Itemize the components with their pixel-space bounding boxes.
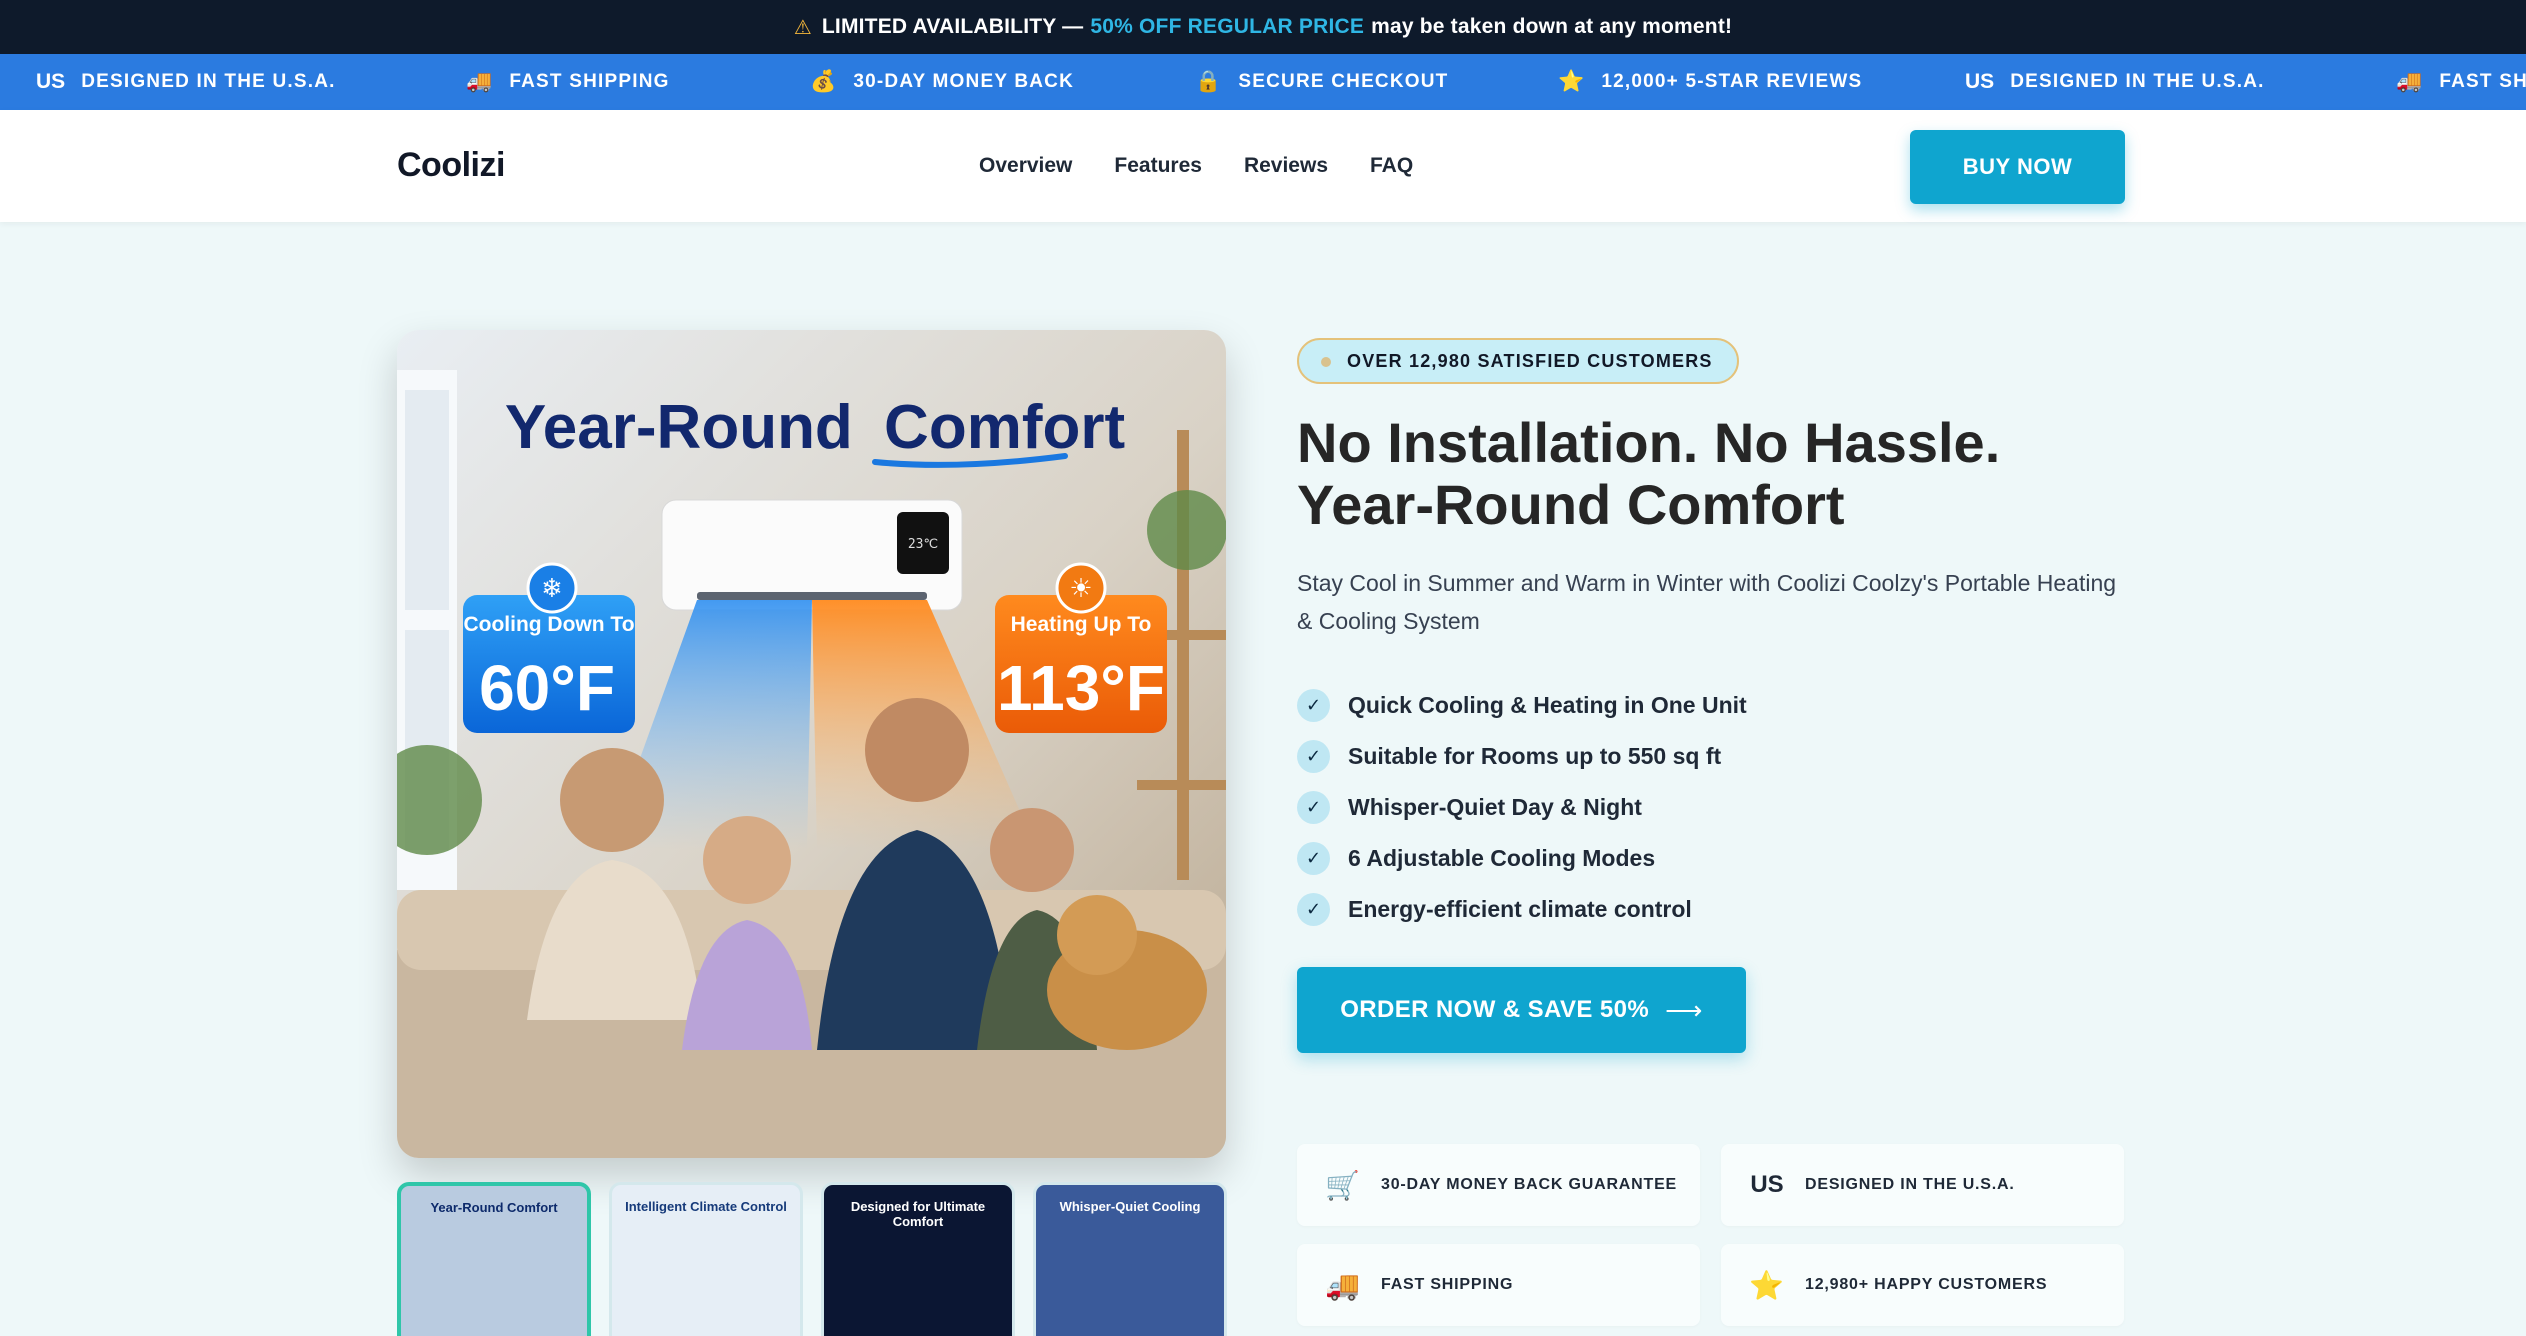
announcement-bar: ⚠ LIMITED AVAILABILITY — 50% OFF REGULAR… <box>0 0 2526 54</box>
feature-text: Suitable for Rooms up to 550 sq ft <box>1348 743 1722 769</box>
trust-card-shipping: 🚚 FAST SHIPPING <box>1297 1244 1700 1326</box>
trust-card-label: 30-DAY MONEY BACK GUARANTEE <box>1381 1176 1678 1193</box>
buy-now-button[interactable]: BUY NOW <box>1910 130 2125 204</box>
trust-card-guarantee: 🛒 30-DAY MONEY BACK GUARANTEE <box>1297 1144 1700 1226</box>
marquee-item: 🔒 SECURE CHECKOUT <box>1195 54 1448 110</box>
thumbnail-gallery: Year-Round Comfort Intelligent Climate C… <box>397 1182 1227 1336</box>
nav-link-faq[interactable]: FAQ <box>1370 154 1413 178</box>
arrow-right-icon: ⟶ <box>1665 994 1703 1025</box>
svg-text:❄: ❄ <box>541 574 563 604</box>
marquee-item: ⭐ 12,000+ 5-STAR REVIEWS <box>1558 54 1862 110</box>
check-icon: ✓ <box>1297 842 1330 875</box>
trust-card-customers: ⭐ 12,980+ HAPPY CUSTOMERS <box>1721 1244 2124 1326</box>
hero-product-image[interactable]: 23℃ Year-Round Comfort ❄ Cooling Down To… <box>397 330 1226 1158</box>
thumbnail-label: Whisper-Quiet Cooling <box>1059 1199 1201 1214</box>
heating-value: 113°F <box>997 652 1165 724</box>
announcement-highlight: 50% OFF REGULAR PRICE <box>1090 15 1365 38</box>
order-now-button[interactable]: ORDER NOW & SAVE 50% ⟶ <box>1297 967 1746 1053</box>
thumbnail-label: Designed for Ultimate Comfort <box>850 1199 986 1229</box>
trust-card-label: 12,980+ HAPPY CUSTOMERS <box>1805 1276 2048 1293</box>
nav-link-overview[interactable]: Overview <box>979 154 1072 178</box>
thumbnail-3[interactable]: Designed for Ultimate Comfort <box>821 1182 1015 1336</box>
cooling-label: Cooling Down To <box>463 613 634 636</box>
cooling-value: 60°F <box>479 652 615 724</box>
headline-line1: No Installation. No Hassle. <box>1297 411 2001 474</box>
us-flag-icon: US <box>1965 70 1995 93</box>
marquee-label: 30-DAY MONEY BACK <box>853 71 1075 92</box>
check-icon: ✓ <box>1297 689 1330 722</box>
us-flag-icon: US <box>1750 1171 1784 1198</box>
feature-text: Quick Cooling & Heating in One Unit <box>1348 692 1747 718</box>
truck-icon: 🚚 <box>1325 1269 1361 1301</box>
marquee-item: US DESIGNED IN THE U.S.A. <box>36 54 336 110</box>
cart-icon: 🛒 <box>1325 1169 1361 1201</box>
marquee-item: 🚚 FAST SHIPPING <box>466 54 670 110</box>
heating-label: Heating Up To <box>1011 613 1152 636</box>
thumbnail-label: Intelligent Climate Control <box>625 1199 787 1214</box>
us-flag-icon: US <box>36 70 66 93</box>
feature-text: Whisper-Quiet Day & Night <box>1348 794 1642 820</box>
trust-marquee: US DESIGNED IN THE U.S.A. 🚚 FAST SHIPPIN… <box>0 54 2526 110</box>
lock-icon: 🔒 <box>1195 70 1223 93</box>
feature-item: ✓ Quick Cooling & Heating in One Unit <box>1297 680 1747 731</box>
truck-icon: 🚚 <box>466 70 494 93</box>
feature-list: ✓ Quick Cooling & Heating in One Unit ✓ Su… <box>1297 680 1747 935</box>
trust-card-label: DESIGNED IN THE U.S.A. <box>1805 1176 2015 1193</box>
feature-item: ✓ Energy-efficient climate control <box>1297 884 1747 935</box>
headline-line2: Year-Round Comfort <box>1297 473 1845 536</box>
thumbnail-2[interactable]: Intelligent Climate Control <box>609 1182 803 1336</box>
feature-text: Energy-efficient climate control <box>1348 896 1692 922</box>
feature-item: ✓ 6 Adjustable Cooling Modes <box>1297 833 1747 884</box>
trust-card-designed: US DESIGNED IN THE U.S.A. <box>1721 1144 2124 1226</box>
svg-text:Year-Round Comfort: Year-Round Comfort <box>505 393 1125 462</box>
check-icon: ✓ <box>1297 740 1330 773</box>
logo[interactable]: Coolizi <box>397 146 505 185</box>
display-temp: 23℃ <box>908 537 938 552</box>
thumbnail-4[interactable]: Whisper-Quiet Cooling <box>1033 1182 1227 1336</box>
page-title: No Installation. No Hassle. Year-Round C… <box>1297 412 2197 536</box>
feature-item: ✓ Suitable for Rooms up to 550 sq ft <box>1297 731 1747 782</box>
badge-dot-icon <box>1321 357 1331 367</box>
check-icon: ✓ <box>1297 791 1330 824</box>
marquee-item: US DESIGNED IN THE U.S.A. <box>1965 54 2265 110</box>
svg-text:☀: ☀ <box>1069 574 1092 604</box>
marquee-label: FAST SHIPPING <box>509 71 670 92</box>
thumbnail-label: Year-Round Comfort <box>430 1200 558 1215</box>
marquee-label: SECURE CHECKOUT <box>1238 71 1449 92</box>
truck-icon: 🚚 <box>2396 70 2424 93</box>
star-icon: ⭐ <box>1558 70 1586 93</box>
marquee-item: 💰 30-DAY MONEY BACK <box>810 54 1074 110</box>
marquee-label: DESIGNED IN THE U.S.A. <box>2010 71 2265 92</box>
money-bag-icon: 💰 <box>810 70 838 93</box>
nav-link-reviews[interactable]: Reviews <box>1244 154 1328 178</box>
nav-link-features[interactable]: Features <box>1114 154 1202 178</box>
feature-item: ✓ Whisper-Quiet Day & Night <box>1297 782 1747 833</box>
marquee-label: DESIGNED IN THE U.S.A. <box>81 71 336 92</box>
order-button-label: ORDER NOW & SAVE 50% <box>1340 996 1650 1023</box>
hero-title-part2: Comfort <box>884 393 1125 462</box>
announcement-prefix: LIMITED AVAILABILITY — <box>821 15 1084 38</box>
badge-text: OVER 12,980 SATISFIED CUSTOMERS <box>1347 350 1713 371</box>
customers-badge: OVER 12,980 SATISFIED CUSTOMERS <box>1297 338 1739 384</box>
marquee-label: FAST SH <box>2439 71 2526 92</box>
subheadline: Stay Cool in Summer and Warm in Winter w… <box>1297 570 2117 634</box>
feature-text: 6 Adjustable Cooling Modes <box>1348 845 1656 871</box>
thumbnail-1[interactable]: Year-Round Comfort <box>397 1182 591 1336</box>
hero-title-part1: Year-Round <box>505 393 853 462</box>
trust-card-label: FAST SHIPPING <box>1381 1276 1514 1293</box>
warning-icon: ⚠ <box>793 16 812 39</box>
main-nav: Overview Features Reviews FAQ <box>979 154 1413 178</box>
site-header: Coolizi Overview Features Reviews FAQ BU… <box>0 110 2526 222</box>
announcement-suffix: may be taken down at any moment! <box>1371 15 1733 38</box>
marquee-item: 🚚 FAST SH <box>2396 54 2526 110</box>
check-icon: ✓ <box>1297 893 1330 926</box>
marquee-label: 12,000+ 5-STAR REVIEWS <box>1601 71 1863 92</box>
star-icon: ⭐ <box>1749 1269 1785 1301</box>
